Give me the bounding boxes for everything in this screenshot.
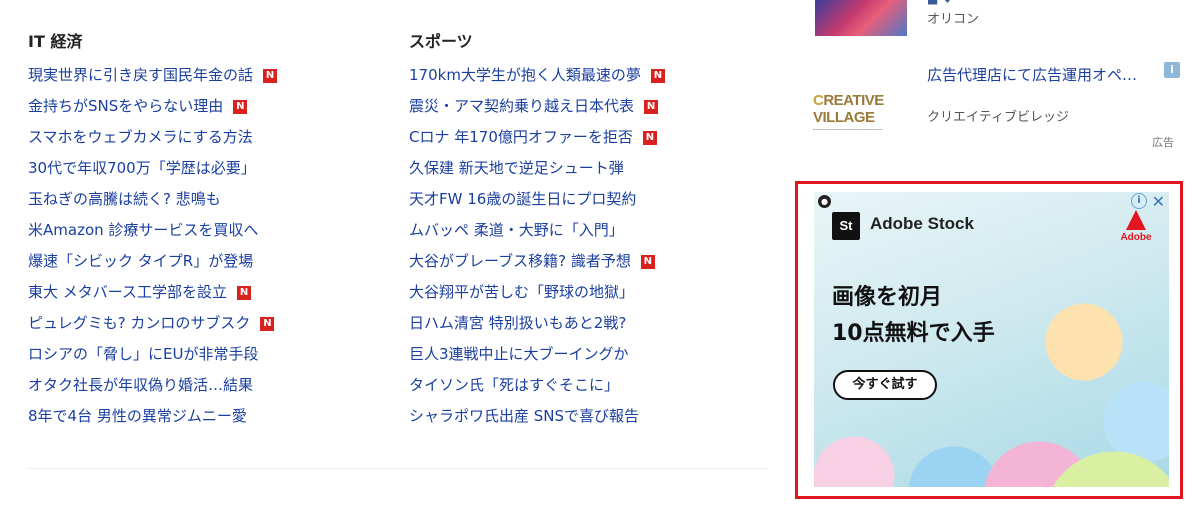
sports-news-item[interactable]: Cロナ 年170億円オファーを拒否 N bbox=[409, 122, 769, 153]
sports-news-link[interactable]: 震災・アマ契約乗り越え日本代表 bbox=[409, 91, 634, 122]
sports-news-link[interactable]: ムバッペ 柔道・大野に「入門」 bbox=[409, 215, 624, 246]
sports-news-item[interactable]: 震災・アマ契約乗り越え日本代表 N bbox=[409, 91, 769, 122]
it-news-link[interactable]: スマホをウェブカメラにする方法 bbox=[28, 122, 253, 153]
try-now-button[interactable]: 今すぐ試す bbox=[833, 370, 937, 400]
sports-news-link[interactable]: 大谷がブレーブス移籍? 識者予想 bbox=[409, 246, 631, 277]
it-news-link[interactable]: 30代で年収700万「学歴は必要」 bbox=[28, 153, 256, 184]
oricon-thumbnail[interactable] bbox=[815, 0, 907, 36]
ad-info-icon[interactable]: i bbox=[1131, 193, 1147, 209]
new-badge-icon: N bbox=[644, 99, 659, 114]
info-icon[interactable]: i bbox=[1164, 62, 1180, 78]
promo-source: クリエイティブビレッジ bbox=[927, 110, 1069, 125]
social-icons: ■ ♥ bbox=[927, 0, 953, 6]
oricon-source: オリコン bbox=[927, 12, 980, 27]
new-badge-icon: N bbox=[237, 285, 252, 300]
sports-news-link[interactable]: 天才FW 16歳の誕生日にプロ契約 bbox=[409, 184, 636, 215]
sports-news-item[interactable]: タイソン氏「死はすぐそこに」 bbox=[409, 370, 769, 401]
sports-news-item[interactable]: ムバッペ 柔道・大野に「入門」 bbox=[409, 215, 769, 246]
it-news-item[interactable]: ロシアの「脅し」にEUが非常手段 bbox=[28, 339, 388, 370]
new-badge-icon: N bbox=[642, 130, 657, 145]
sports-news-link[interactable]: シャラポワ氏出産 SNSで喜び報告 bbox=[409, 401, 639, 432]
it-news-link[interactable]: ロシアの「脅し」にEUが非常手段 bbox=[28, 339, 258, 370]
sports-news-column: スポーツ 170km大学生が抱く人類最速の夢 N 震災・アマ契約乗り越え日本代表 N C… bbox=[409, 30, 769, 432]
ad-headline: 画像を初月 10点無料で入手 bbox=[832, 285, 995, 346]
sports-news-link[interactable]: 大谷翔平が苦しむ「野球の地獄」 bbox=[409, 277, 634, 308]
promo-title-link[interactable]: 広告代理店にて広告運用オペ… bbox=[927, 64, 1157, 85]
it-news-link[interactable]: オタク社長が年収偽り婚活…結果 bbox=[28, 370, 253, 401]
it-news-item[interactable]: 米Amazon 診療サービスを買収へ bbox=[28, 215, 388, 246]
adobe-logo: Adobe bbox=[1119, 210, 1153, 243]
adobe-stock-logo: St bbox=[832, 212, 860, 240]
sports-news-item[interactable]: 巨人3連戦中止に大ブーイングか bbox=[409, 339, 769, 370]
sports-news-item[interactable]: 久保建 新天地で逆足シュート弾 bbox=[409, 153, 769, 184]
sports-news-item[interactable]: シャラポワ氏出産 SNSで喜び報告 bbox=[409, 401, 769, 432]
adobe-stock-ad[interactable]: ● i ✕ St Adobe Stock Adobe 画像を初月 10点無料で入… bbox=[814, 192, 1169, 487]
new-badge-icon: N bbox=[263, 68, 278, 83]
it-section-title: IT 経済 bbox=[28, 32, 83, 51]
sports-news-item[interactable]: 天才FW 16歳の誕生日にプロ契約 bbox=[409, 184, 769, 215]
sports-news-item[interactable]: 大谷翔平が苦しむ「野球の地獄」 bbox=[409, 277, 769, 308]
it-news-item[interactable]: 現実世界に引き戻す国民年金の話 N bbox=[28, 60, 388, 91]
ad-label: 広告 bbox=[1152, 136, 1174, 149]
sports-news-link[interactable]: 巨人3連戦中止に大ブーイングか bbox=[409, 339, 629, 370]
it-news-item[interactable]: スマホをウェブカメラにする方法 bbox=[28, 122, 388, 153]
it-news-column: IT 経済 現実世界に引き戻す国民年金の話 N 金持ちがSNSをやらない理由 N スマホ… bbox=[28, 30, 388, 432]
section-divider bbox=[28, 468, 768, 469]
it-news-link[interactable]: 8年で4台 男性の異常ジムニー愛 bbox=[28, 401, 247, 432]
it-news-item[interactable]: 爆速「シビック タイプR」が登場 bbox=[28, 246, 388, 277]
sports-news-link[interactable]: 170km大学生が抱く人類最速の夢 bbox=[409, 60, 641, 91]
it-news-link[interactable]: 米Amazon 診療サービスを買収へ bbox=[28, 215, 258, 246]
sports-section-title: スポーツ bbox=[409, 32, 473, 51]
it-news-link[interactable]: ピュレグミも? カンロのサブスク bbox=[28, 308, 250, 339]
privacy-icon[interactable]: ● bbox=[818, 195, 831, 208]
sports-news-link[interactable]: Cロナ 年170億円オファーを拒否 bbox=[409, 122, 633, 153]
it-news-list: 現実世界に引き戻す国民年金の話 N 金持ちがSNSをやらない理由 N スマホをウェブカメ… bbox=[28, 60, 388, 432]
it-news-item[interactable]: 金持ちがSNSをやらない理由 N bbox=[28, 91, 388, 122]
sports-news-item[interactable]: 170km大学生が抱く人類最速の夢 N bbox=[409, 60, 769, 91]
sports-news-item[interactable]: 日ハム清宮 特別扱いもあと2戦? bbox=[409, 308, 769, 339]
it-news-item[interactable]: 東大 メタバース工学部を設立 N bbox=[28, 277, 388, 308]
new-badge-icon: N bbox=[640, 254, 655, 269]
it-news-item[interactable]: 8年で4台 男性の異常ジムニー愛 bbox=[28, 401, 388, 432]
new-badge-icon: N bbox=[650, 68, 665, 83]
sports-news-link[interactable]: 日ハム清宮 特別扱いもあと2戦? bbox=[409, 308, 626, 339]
sports-news-item[interactable]: 大谷がブレーブス移籍? 識者予想 N bbox=[409, 246, 769, 277]
brand-name: Adobe Stock bbox=[870, 214, 974, 233]
it-news-item[interactable]: ピュレグミも? カンロのサブスク N bbox=[28, 308, 388, 339]
adobe-mark-icon bbox=[1126, 210, 1146, 230]
it-news-link[interactable]: 金持ちがSNSをやらない理由 bbox=[28, 91, 223, 122]
sports-news-link[interactable]: タイソン氏「死はすぐそこに」 bbox=[409, 370, 619, 401]
it-news-link[interactable]: 現実世界に引き戻す国民年金の話 bbox=[28, 60, 253, 91]
close-icon[interactable]: ✕ bbox=[1152, 192, 1165, 211]
sports-news-list: 170km大学生が抱く人類最速の夢 N 震災・アマ契約乗り越え日本代表 N Cロナ 年1… bbox=[409, 60, 769, 432]
it-news-item[interactable]: 玉ねぎの高騰は続く? 悲鳴も bbox=[28, 184, 388, 215]
creative-village-logo[interactable]: CREATIVE VILLAGE ━━━━━━━━━━━━━━━━━━━━━━━… bbox=[813, 92, 913, 132]
it-news-link[interactable]: 爆速「シビック タイプR」が登場 bbox=[28, 246, 253, 277]
it-news-link[interactable]: 玉ねぎの高騰は続く? 悲鳴も bbox=[28, 184, 221, 215]
it-news-item[interactable]: 30代で年収700万「学歴は必要」 bbox=[28, 153, 388, 184]
new-badge-icon: N bbox=[233, 99, 248, 114]
it-news-item[interactable]: オタク社長が年収偽り婚活…結果 bbox=[28, 370, 388, 401]
new-badge-icon: N bbox=[260, 316, 275, 331]
sports-news-link[interactable]: 久保建 新天地で逆足シュート弾 bbox=[409, 153, 624, 184]
it-news-link[interactable]: 東大 メタバース工学部を設立 bbox=[28, 277, 227, 308]
